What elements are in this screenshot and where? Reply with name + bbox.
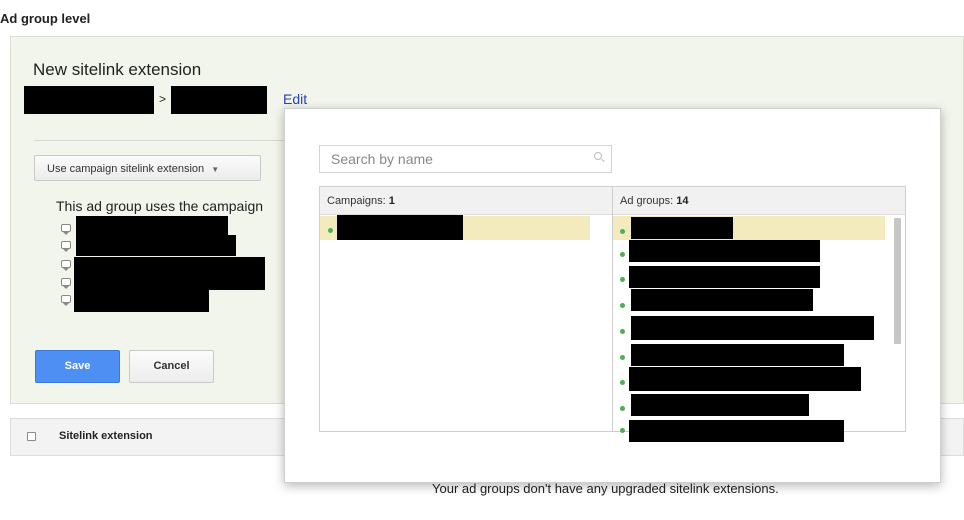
adgroups-scrollbar-thumb[interactable]	[894, 218, 901, 344]
redacted-adgroup	[629, 367, 861, 391]
redacted-adgroup	[631, 344, 844, 366]
edit-link[interactable]: Edit	[283, 91, 307, 107]
green-dot-icon	[620, 428, 625, 433]
green-dot-icon	[620, 329, 625, 334]
search-icon	[594, 152, 602, 160]
panel-title: New sitelink extension	[33, 60, 202, 79]
speech-bubble-icon	[61, 278, 71, 289]
speech-bubble-icon	[61, 260, 71, 271]
sitelink-source-dropdown[interactable]: Use campaign sitelink extension ▼	[34, 155, 261, 181]
empty-table-message: Your ad groups don't have any upgraded s…	[432, 481, 779, 496]
redacted-sitelink	[74, 289, 209, 312]
redacted-sitelink	[76, 235, 236, 256]
redacted-adgroup	[629, 420, 844, 442]
speech-bubble-icon	[61, 224, 71, 235]
redacted-adgroup	[631, 289, 813, 311]
dropdown-label: Use campaign sitelink extension	[47, 163, 205, 175]
breadcrumb-separator: >	[159, 92, 167, 106]
campaigns-count: 1	[388, 195, 395, 207]
redacted-campaign	[337, 215, 463, 240]
save-button[interactable]: Save	[35, 350, 120, 383]
green-dot-icon	[620, 229, 625, 234]
campaigns-header: Campaigns: 1	[320, 187, 612, 215]
redacted-adgroup	[629, 266, 820, 288]
green-dot-icon	[620, 406, 625, 411]
redacted-sitelink	[74, 257, 265, 290]
redacted-sitelink	[76, 216, 228, 237]
adgroups-header: Ad groups: 14	[613, 187, 905, 215]
green-dot-icon	[620, 355, 625, 360]
speech-bubble-icon	[61, 241, 71, 252]
chevron-down-icon: ▼	[211, 165, 220, 174]
adgroups-label: Ad groups:	[620, 195, 674, 207]
redacted-adgroup	[631, 394, 809, 416]
speech-bubble-icon	[61, 295, 71, 306]
campaigns-label: Campaigns:	[327, 195, 386, 207]
green-dot-icon	[620, 277, 625, 282]
green-dot-icon	[620, 380, 625, 385]
page-heading: Ad group level	[0, 11, 91, 26]
adgroups-count: 14	[676, 195, 689, 207]
panel-divider	[34, 140, 284, 141]
redacted-adgroup	[629, 240, 820, 262]
select-all-checkbox[interactable]	[27, 432, 36, 441]
cancel-button[interactable]: Cancel	[129, 350, 214, 383]
column-header-sitelink-extension[interactable]: Sitelink extension	[59, 430, 153, 442]
redacted-adgroup-name	[171, 86, 267, 114]
info-text: This ad group uses the campaign	[56, 198, 264, 214]
green-dot-icon	[328, 228, 333, 233]
green-dot-icon	[620, 252, 625, 257]
redacted-adgroup	[631, 316, 874, 340]
redacted-campaign-name	[24, 86, 154, 114]
green-dot-icon	[620, 303, 625, 308]
redacted-adgroup	[631, 217, 733, 239]
search-input[interactable]: Search by name	[319, 145, 612, 173]
